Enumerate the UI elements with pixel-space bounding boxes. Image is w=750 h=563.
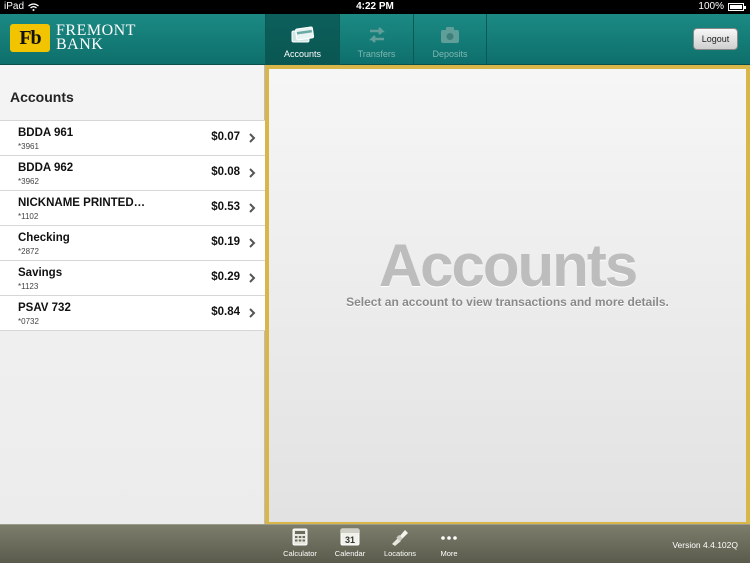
chevron-right-icon <box>249 273 256 283</box>
tab-deposits-label: Deposits <box>432 49 468 59</box>
more-label: More <box>440 549 458 558</box>
account-balance: $0.08 <box>211 166 240 178</box>
calendar-label: Calendar <box>334 549 366 558</box>
transfers-icon <box>368 27 385 43</box>
account-row[interactable]: Savings *1123 $0.29 <box>0 261 265 296</box>
tab-accounts[interactable]: Accounts <box>265 14 339 65</box>
logo-line-2: BANK <box>56 36 104 53</box>
deposits-icon <box>441 27 459 43</box>
calendar-day: 31 <box>345 535 355 545</box>
calendar-button[interactable]: 31 Calendar <box>325 528 375 558</box>
placeholder-title: Accounts <box>378 232 638 299</box>
more-icon <box>441 536 457 540</box>
account-number: *1102 <box>18 212 39 221</box>
chevron-right-icon <box>249 203 256 213</box>
account-number: *3961 <box>18 142 39 151</box>
account-row[interactable]: BDDA 962 *3962 $0.08 <box>0 156 265 191</box>
account-number: *1123 <box>18 282 39 291</box>
account-row[interactable]: NICKNAME PRINTED… *1102 $0.53 <box>0 191 265 226</box>
bottom-toolbar: Calculator 31 Calendar Locations More Ve… <box>0 524 750 563</box>
locations-button[interactable]: Locations <box>375 528 425 558</box>
account-row[interactable]: BDDA 961 *3961 $0.07 <box>0 121 265 156</box>
account-name: PSAV 732 <box>18 302 71 314</box>
status-bar: iPad 4:22 PM 100% <box>0 0 750 14</box>
account-name: Savings <box>18 267 63 279</box>
tab-deposits[interactable]: Deposits <box>413 14 487 65</box>
account-name: NICKNAME PRINTED… <box>18 197 146 209</box>
battery-percent: 100% <box>698 1 724 12</box>
app-header: Fb FREMONT BANK Accounts Transfers Depos… <box>0 14 750 65</box>
version-label: Version 4.4.102Q <box>672 540 738 550</box>
account-balance: $0.53 <box>211 201 240 213</box>
tab-transfers[interactable]: Transfers <box>339 14 413 65</box>
account-name: Checking <box>18 232 70 244</box>
main-tabs: Accounts Transfers Deposits <box>265 14 487 65</box>
logout-button[interactable]: Logout <box>693 28 738 50</box>
chevron-right-icon <box>249 308 256 318</box>
account-row[interactable]: PSAV 732 *0732 $0.84 <box>0 296 265 331</box>
chevron-right-icon <box>249 133 256 143</box>
logo-mark: Fb <box>10 24 50 52</box>
calculator-icon <box>292 528 308 546</box>
account-name: BDDA 961 <box>18 127 74 139</box>
locations-label: Locations <box>383 549 417 558</box>
account-balance: $0.84 <box>211 306 240 318</box>
account-balance: $0.29 <box>211 271 240 283</box>
account-name: BDDA 962 <box>18 162 74 174</box>
account-list: BDDA 961 *3961 $0.07 BDDA 962 *3962 $0.0… <box>0 120 265 331</box>
calculator-label: Calculator <box>283 549 317 558</box>
accounts-icon <box>291 26 314 43</box>
calculator-button[interactable]: Calculator <box>275 528 325 558</box>
battery-icon <box>728 2 746 11</box>
account-balance: $0.19 <box>211 236 240 248</box>
more-button[interactable]: More <box>424 528 474 558</box>
account-number: *2872 <box>18 247 39 256</box>
locations-icon <box>392 530 408 546</box>
tab-accounts-label: Accounts <box>283 49 322 59</box>
account-balance: $0.07 <box>211 131 240 143</box>
detail-frame: Accounts Select an account to view trans… <box>265 65 750 524</box>
accounts-sidebar: Accounts BDDA 961 *3961 $0.07 BDDA 962 *… <box>0 65 265 524</box>
fremont-bank-logo: Fb FREMONT BANK <box>10 23 136 53</box>
placeholder-subtitle: Select an account to view transactions a… <box>346 295 669 309</box>
calendar-icon: 31 <box>340 528 360 546</box>
detail-pane: Accounts Select an account to view trans… <box>269 69 746 522</box>
account-row[interactable]: Checking *2872 $0.19 <box>0 226 265 261</box>
chevron-right-icon <box>249 238 256 248</box>
account-number: *0732 <box>18 317 39 326</box>
tab-transfers-label: Transfers <box>357 49 396 59</box>
sidebar-title: Accounts <box>10 89 74 105</box>
clock: 4:22 PM <box>356 1 394 12</box>
account-number: *3962 <box>18 177 39 186</box>
chevron-right-icon <box>249 168 256 178</box>
